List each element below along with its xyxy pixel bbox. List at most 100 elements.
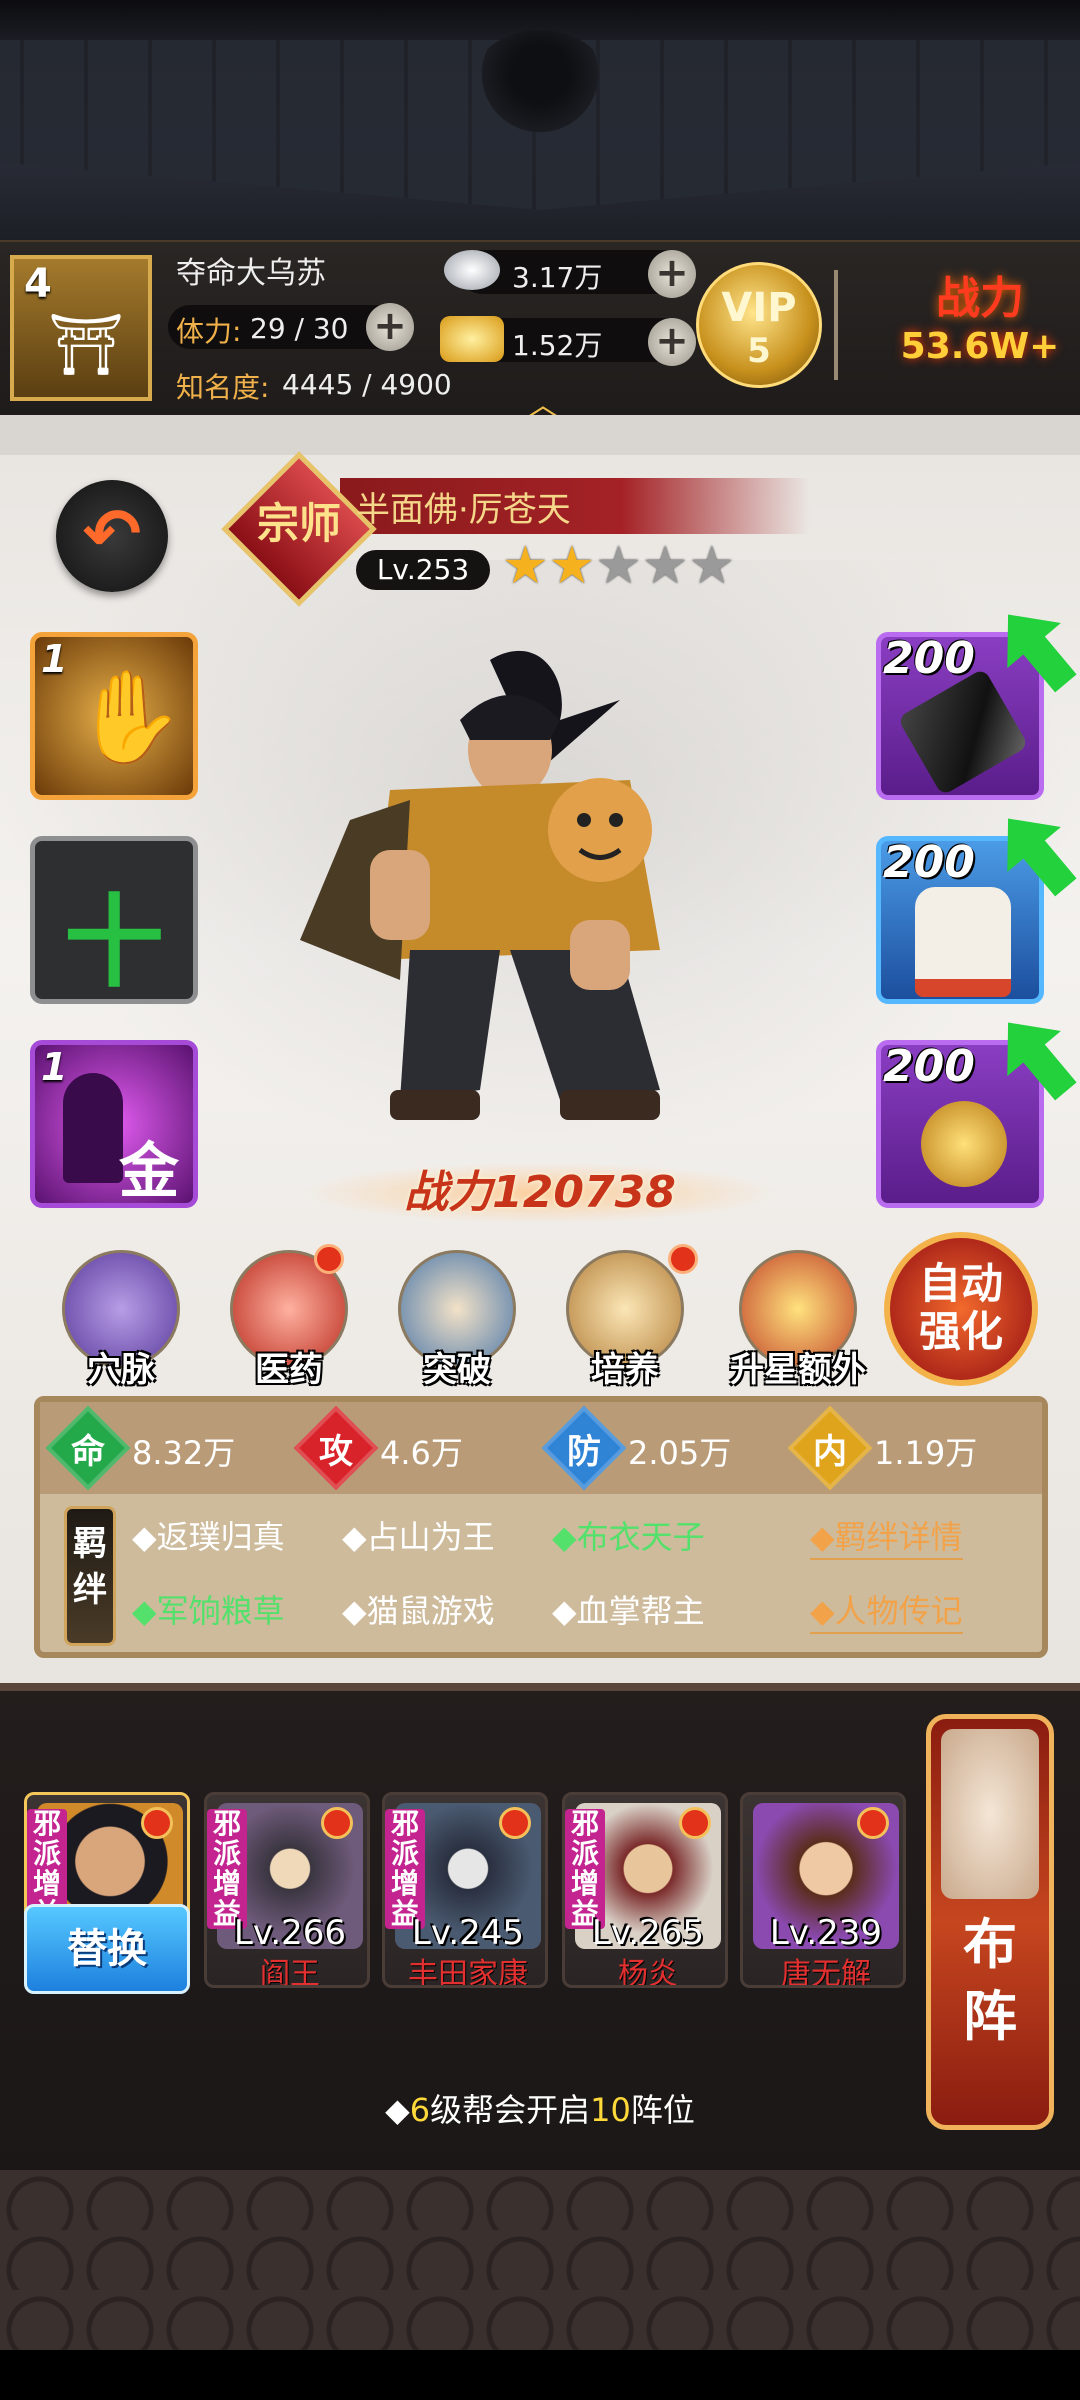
system-nav-bar bbox=[0, 2350, 1080, 2400]
notification-dot bbox=[499, 1807, 531, 1839]
hero-portrait[interactable] bbox=[240, 620, 800, 1160]
function-cultivate[interactable]: 培养 bbox=[550, 1244, 700, 1391]
function-meridian[interactable]: 穴脉 bbox=[46, 1250, 196, 1391]
auto-enhance-line2: 强化 bbox=[918, 1307, 1003, 1356]
auto-enhance-line1: 自动 bbox=[918, 1259, 1003, 1308]
star-empty-icon: ★ bbox=[641, 536, 689, 596]
member-level: Lv.266 bbox=[233, 1913, 347, 1953]
skill-slot-3[interactable]: 1 金 bbox=[30, 1040, 198, 1208]
bond-item[interactable]: ◆猫鼠游戏 bbox=[342, 1586, 495, 1632]
bond-title-1: 羁 bbox=[73, 1524, 107, 1564]
hero-name: 半面佛·厉苍天 bbox=[356, 490, 571, 530]
return-arrow-icon[interactable]: ↶ bbox=[56, 480, 168, 592]
function-label: 穴脉 bbox=[87, 1350, 155, 1390]
add-stamina-button[interactable]: + bbox=[366, 303, 414, 351]
stat-value: 2.05万 bbox=[628, 1434, 732, 1472]
notification-dot bbox=[321, 1807, 353, 1839]
notification-dot bbox=[857, 1807, 889, 1839]
gold-value: 1.52万 bbox=[512, 329, 603, 362]
stamina-value: 29 / 30 bbox=[250, 312, 349, 345]
silver-ingot-icon bbox=[444, 250, 500, 290]
team-member-4[interactable]: 邪派增益 Lv.265 杨炎 bbox=[562, 1792, 728, 1988]
stat-value: 8.32万 bbox=[132, 1434, 236, 1472]
function-medicine[interactable]: 医药 bbox=[214, 1244, 364, 1391]
notification-dot bbox=[314, 1244, 344, 1274]
grade-text: 宗师 bbox=[256, 499, 341, 548]
vip-label: VIP bbox=[721, 285, 797, 331]
swap-button[interactable]: 替换 bbox=[24, 1904, 190, 1994]
bond-detail-link[interactable]: ◆羁绊详情 bbox=[810, 1512, 963, 1560]
robe-icon bbox=[915, 887, 1011, 997]
skill-count: 1 bbox=[41, 1045, 68, 1089]
member-tag: 邪派增益 bbox=[565, 1809, 605, 1929]
stat-internal: 内 1.19万 bbox=[787, 1405, 977, 1491]
power-label: 战力 bbox=[936, 273, 1024, 324]
player-avatar[interactable]: 4 ⛩ bbox=[10, 255, 152, 401]
star-empty-icon: ★ bbox=[595, 536, 642, 596]
bond-item[interactable]: ◆血掌帮主 bbox=[552, 1586, 705, 1632]
function-label: 突破 bbox=[423, 1350, 491, 1390]
member-name: 唐无解 bbox=[781, 1957, 871, 1988]
member-level: Lv.245 bbox=[411, 1913, 525, 1953]
function-star-extra[interactable]: 升星额外 bbox=[718, 1250, 878, 1391]
member-name: 杨炎 bbox=[618, 1957, 678, 1988]
notification-dot bbox=[141, 1807, 173, 1839]
star-filled-icon: ★ bbox=[548, 536, 596, 596]
star-filled-icon: ★ bbox=[502, 536, 549, 596]
note-guild-level: 6 bbox=[409, 2091, 431, 2129]
function-label: 医药 bbox=[255, 1350, 323, 1390]
formation-art bbox=[941, 1729, 1039, 1899]
roof-background bbox=[0, 0, 1080, 240]
skill-count: 1 bbox=[41, 637, 68, 681]
gold-ingot-icon bbox=[440, 316, 504, 362]
bond-title-2: 绊 bbox=[73, 1570, 107, 1610]
hero-level: Lv.253 bbox=[356, 550, 490, 590]
add-silver-button[interactable]: + bbox=[648, 250, 696, 298]
bond-item-active[interactable]: ◆军饷粮草 bbox=[132, 1586, 285, 1632]
fame-label: 知名度: bbox=[176, 371, 270, 404]
palm-icon: ✋ bbox=[73, 665, 186, 770]
note-mid: 级帮会开启 bbox=[430, 2091, 591, 2129]
jade-pendant-icon bbox=[921, 1101, 1007, 1187]
power-value: 53.6W+ bbox=[900, 326, 1060, 367]
plus-icon: 十 bbox=[64, 884, 164, 1001]
stat-value: 1.19万 bbox=[874, 1434, 978, 1472]
star-rating: ★★★★★ bbox=[502, 540, 735, 592]
gauntlet-icon bbox=[897, 668, 1029, 796]
team-member-5[interactable]: Lv.239 唐无解 bbox=[740, 1792, 906, 1988]
function-breakthrough[interactable]: 突破 bbox=[382, 1250, 532, 1391]
member-tag: 邪派增益 bbox=[207, 1809, 247, 1929]
pagoda-icon: ⛩ bbox=[48, 310, 125, 380]
add-gold-button[interactable]: + bbox=[648, 318, 696, 366]
biography-link[interactable]: ◆人物传记 bbox=[810, 1586, 963, 1634]
equip-level: 200 bbox=[883, 633, 975, 684]
stat-hp: 命 8.32万 bbox=[45, 1405, 235, 1491]
star-empty-icon: ★ bbox=[688, 536, 736, 596]
team-member-2[interactable]: 邪派增益 Lv.266 阎王 bbox=[204, 1792, 370, 1988]
bond-item[interactable]: ◆占山为王 bbox=[342, 1512, 495, 1558]
stamina-label: 体力: bbox=[176, 315, 242, 348]
skill-slot-2[interactable]: 十 bbox=[30, 836, 198, 1004]
equip-level: 200 bbox=[883, 837, 975, 888]
bond-item[interactable]: ◆返璞归真 bbox=[132, 1512, 285, 1558]
stat-label: 防 bbox=[567, 1432, 601, 1472]
skill-slot-1[interactable]: 1 ✋ bbox=[30, 632, 198, 800]
stat-label: 攻 bbox=[319, 1432, 353, 1472]
team-member-3[interactable]: 邪派增益 Lv.245 丰田家康 bbox=[382, 1792, 548, 1988]
note-suffix: 阵位 bbox=[630, 2091, 695, 2129]
formation-label-1: 布 bbox=[963, 1913, 1017, 1976]
vip-badge[interactable]: VIP 5 bbox=[696, 262, 822, 388]
floor-pattern bbox=[0, 2170, 1080, 2350]
stat-value: 4.6万 bbox=[380, 1434, 463, 1472]
formation-unlock-note: ◆6级帮会开启10阵位 bbox=[0, 2085, 1080, 2131]
function-label: 升星额外 bbox=[730, 1350, 866, 1390]
player-name: 夺命大乌苏 bbox=[176, 256, 326, 291]
roof-ornament-icon bbox=[470, 30, 610, 140]
stat-defense: 防 2.05万 bbox=[541, 1405, 731, 1491]
total-power[interactable]: 战力 53.6W+ bbox=[880, 262, 1080, 392]
note-slot-count: 10 bbox=[590, 2091, 631, 2129]
auto-enhance-button[interactable]: 自动 强化 bbox=[884, 1232, 1038, 1386]
hero-power: 战力120738 bbox=[300, 1162, 780, 1224]
formation-button[interactable]: 布 阵 bbox=[926, 1714, 1054, 2130]
bond-item-active[interactable]: ◆布衣天子 bbox=[552, 1512, 705, 1558]
